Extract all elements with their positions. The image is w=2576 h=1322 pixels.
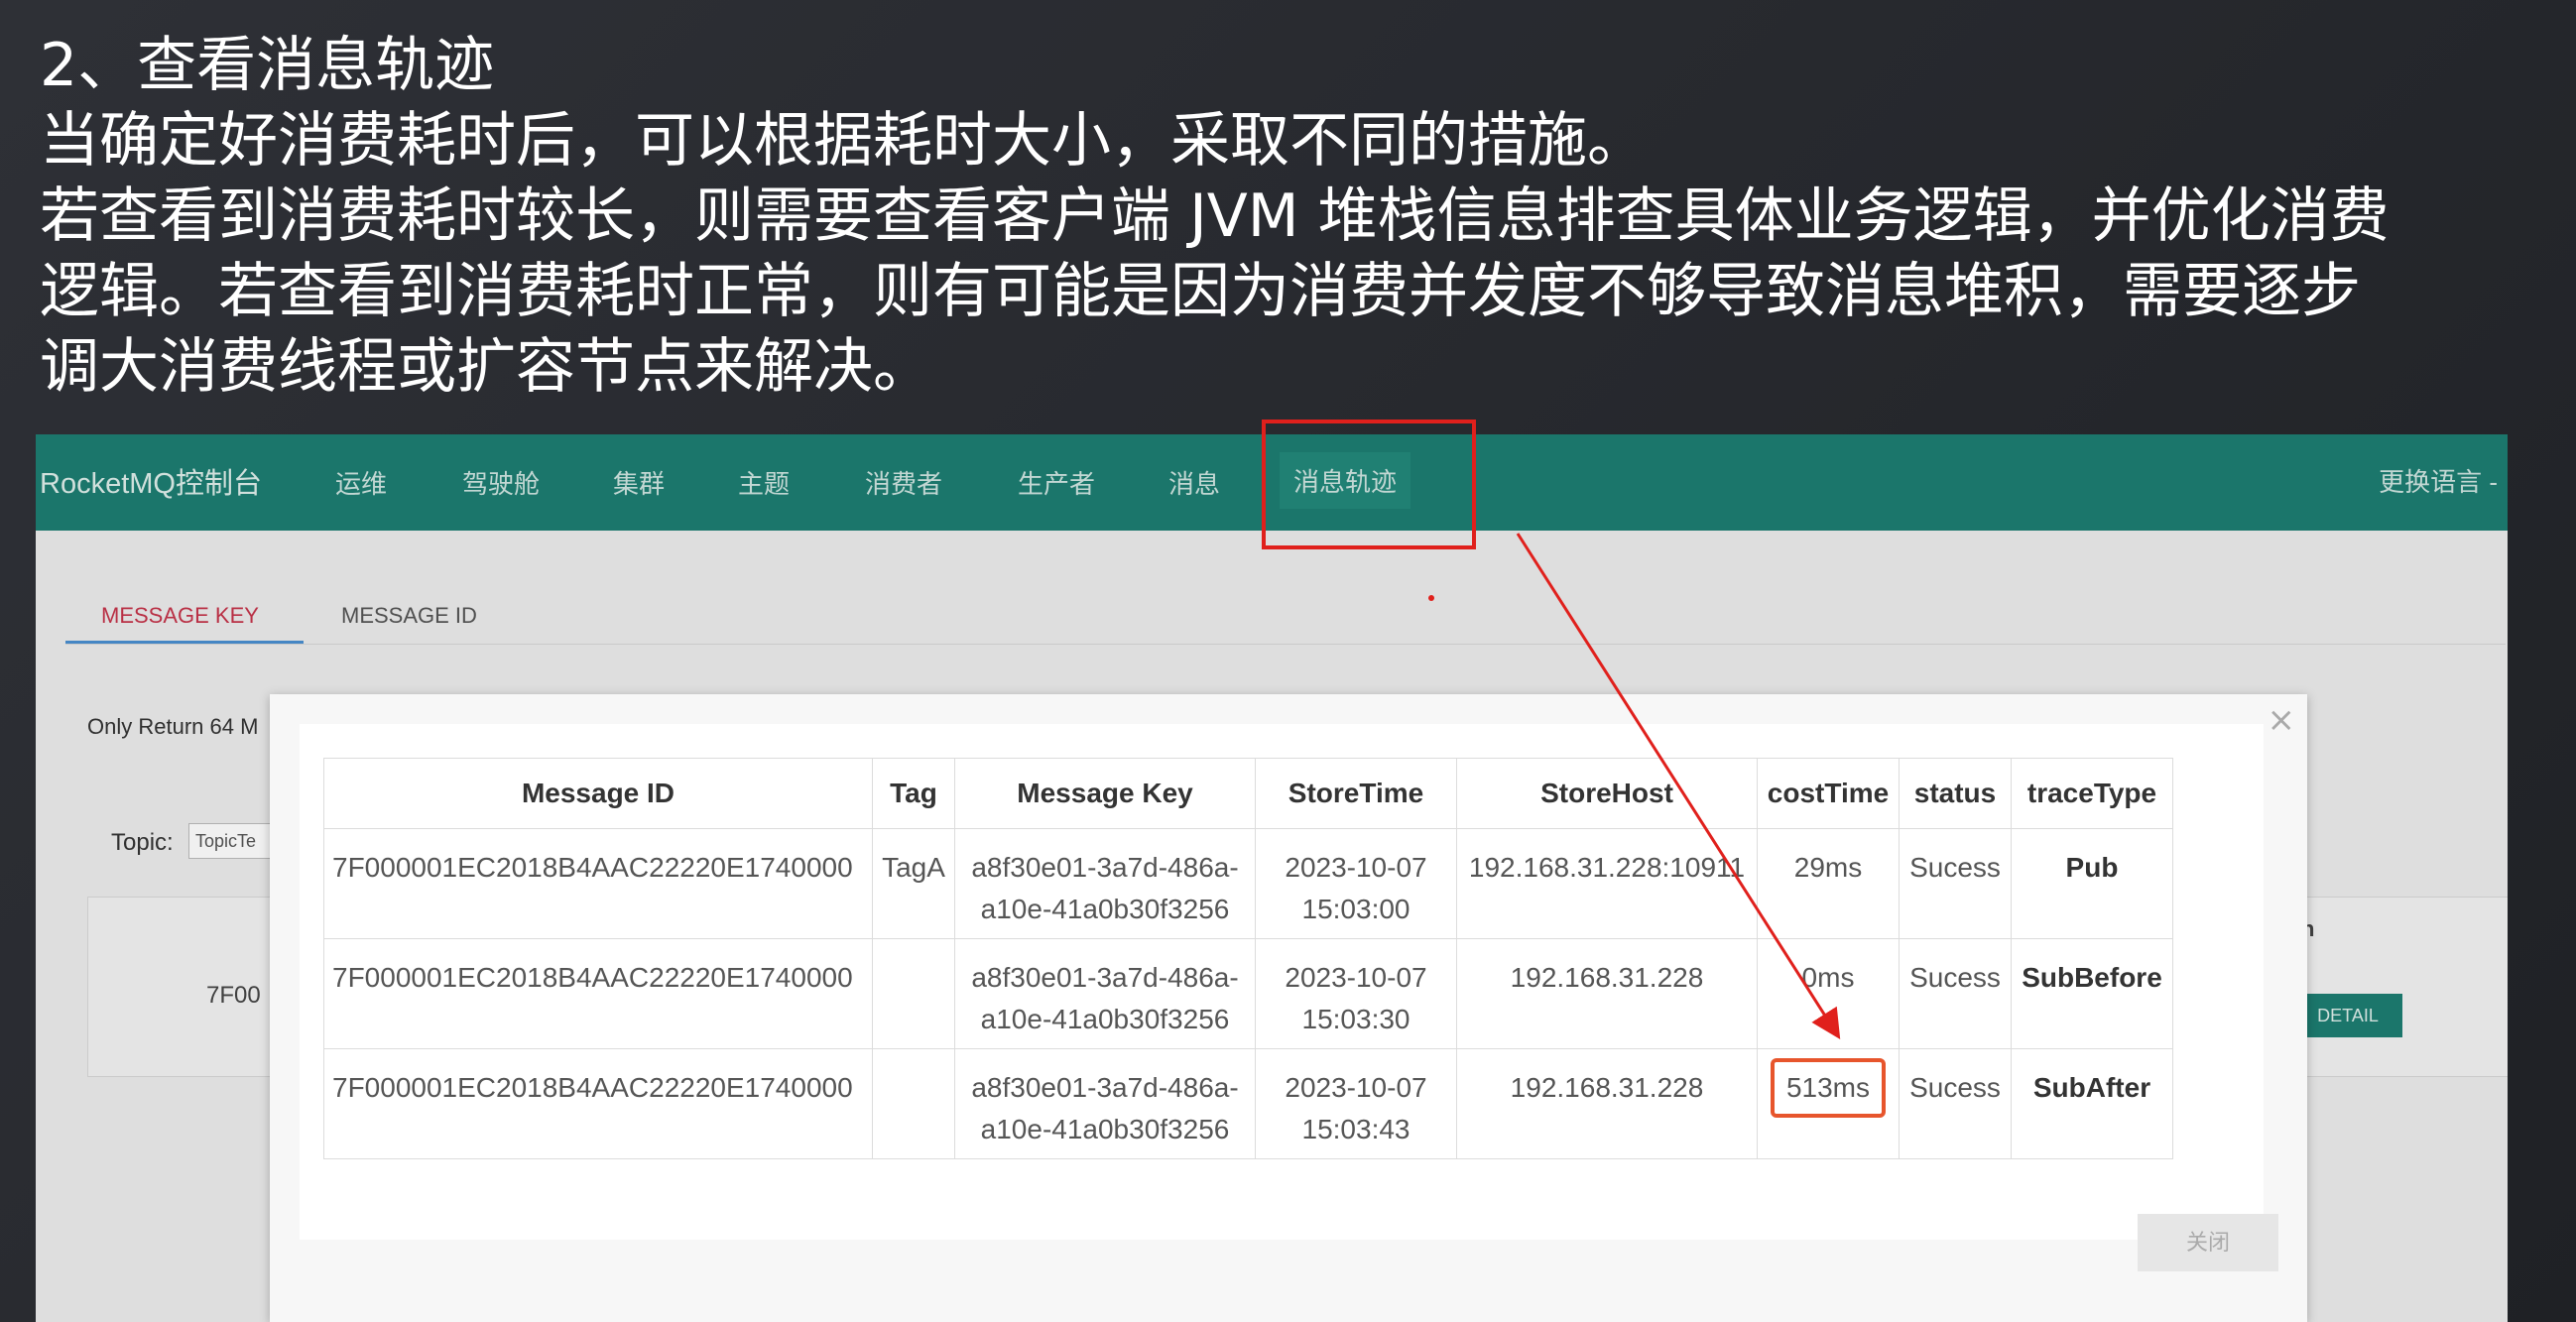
annotation-arrow (1428, 533, 1841, 1040)
arrow-line (1516, 533, 1841, 1040)
annotation-dot (1428, 595, 1434, 601)
